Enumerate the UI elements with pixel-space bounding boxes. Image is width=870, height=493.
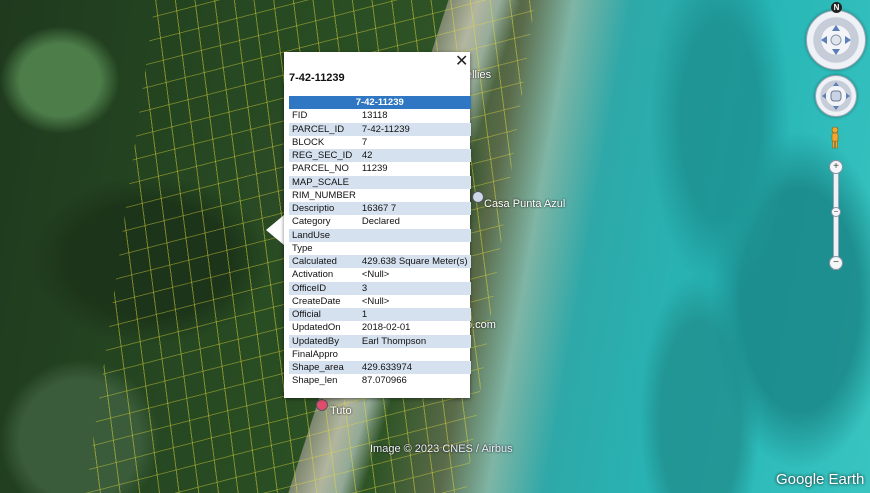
attribute-key: UpdatedOn bbox=[292, 322, 341, 334]
zoom-out-button[interactable]: − bbox=[829, 256, 843, 270]
attribute-key: PARCEL_NO bbox=[292, 163, 349, 175]
attribute-key: Calculated bbox=[289, 255, 359, 269]
attribute-value: <Null> bbox=[361, 295, 390, 307]
attribute-key: RIM_NUMBER bbox=[292, 189, 356, 201]
attribute-row: Descriptio 16367 7 bbox=[289, 202, 471, 216]
attribute-row: RIM_NUMBER bbox=[289, 189, 471, 202]
attribute-row: LandUse bbox=[289, 228, 471, 242]
zoom-slider-handle[interactable]: − bbox=[831, 207, 841, 217]
attribute-value bbox=[359, 189, 471, 202]
attribute-key: FID bbox=[292, 110, 308, 122]
attribute-value: 2018-02-01 bbox=[361, 322, 411, 334]
parcel-info-popup: ✕ 7-42-11239 7-42-11239 FID 13118 PARCEL_I… bbox=[284, 52, 471, 398]
attribute-value: 87.070966 bbox=[361, 375, 407, 387]
attribute-key: FinalAppro bbox=[292, 348, 338, 360]
attribute-row: UpdatedBy Earl Thompson bbox=[289, 334, 471, 348]
attribute-value bbox=[359, 348, 471, 361]
close-icon[interactable]: ✕ bbox=[455, 54, 468, 70]
hotel-pin-icon[interactable] bbox=[316, 399, 328, 411]
place-label-tuto[interactable]: Tuto bbox=[330, 405, 352, 417]
attribute-value: 429.633974 bbox=[358, 361, 471, 375]
attribute-value: Earl Thompson bbox=[358, 334, 471, 348]
pegman-street-view-icon[interactable] bbox=[829, 126, 841, 150]
attribute-value: 16367 7 bbox=[358, 202, 471, 216]
attribute-key: LandUse bbox=[289, 228, 359, 242]
attribute-value: 7-42-11239 bbox=[358, 122, 471, 136]
look-navigation-control[interactable]: N bbox=[806, 2, 866, 70]
attribute-value: 3 bbox=[358, 281, 471, 295]
attribute-value: 42 bbox=[358, 149, 471, 163]
attribute-row: Shape_len 87.070966 bbox=[289, 374, 471, 387]
attribute-row: FID 13118 bbox=[289, 109, 471, 122]
attribute-key: PARCEL_ID bbox=[289, 122, 359, 136]
attribute-row: PARCEL_NO 11239 bbox=[289, 162, 471, 175]
attribute-row: FinalAppro bbox=[289, 348, 471, 361]
attribute-row: CreateDate <Null> bbox=[289, 295, 471, 308]
imagery-attribution: Image © 2023 CNES / Airbus bbox=[370, 443, 513, 455]
attribute-row: BLOCK 7 bbox=[289, 136, 471, 149]
attribute-key: Descriptio bbox=[289, 202, 359, 216]
attribute-row: Type bbox=[289, 242, 471, 255]
attribute-value: 429.638 Square Meter(s) bbox=[358, 255, 471, 269]
attribute-key: CreateDate bbox=[292, 295, 341, 307]
popup-title: 7-42-11239 bbox=[289, 72, 345, 84]
attribute-value: 7 bbox=[361, 136, 368, 148]
attribute-row: Calculated 429.638 Square Meter(s) bbox=[289, 255, 471, 269]
attribute-row: Activation <Null> bbox=[289, 268, 471, 281]
attribute-row: OfficeID 3 bbox=[289, 281, 471, 295]
attribute-key: OfficeID bbox=[289, 281, 359, 295]
attribute-row: REG_SEC_ID 42 bbox=[289, 149, 471, 163]
attribute-key: REG_SEC_ID bbox=[289, 149, 359, 163]
place-label-casa-punta-azul[interactable]: Casa Punta Azul bbox=[484, 198, 565, 210]
attribute-row: Shape_area 429.633974 bbox=[289, 361, 471, 375]
zoom-in-button[interactable]: + bbox=[829, 160, 843, 174]
header-value: 7-42-11239 bbox=[289, 96, 471, 110]
attribute-value bbox=[358, 228, 471, 242]
attribute-value bbox=[358, 175, 471, 189]
attribute-key: Official bbox=[289, 308, 359, 322]
attribute-key: BLOCK bbox=[292, 136, 325, 148]
attribute-value: 11239 bbox=[361, 163, 388, 175]
attribute-value: Declared bbox=[361, 216, 400, 228]
place-pin-icon[interactable] bbox=[472, 191, 484, 203]
attribute-key: UpdatedBy bbox=[289, 334, 359, 348]
attribute-value: 13118 bbox=[361, 110, 388, 122]
attribute-table-header: 7-42-11239 bbox=[289, 96, 471, 110]
google-earth-logo: Google Earth bbox=[776, 471, 865, 488]
attribute-table: 7-42-11239 FID 13118 PARCEL_ID 7-42-11239 BL… bbox=[289, 96, 471, 388]
attribute-key: MAP_SCALE bbox=[289, 175, 359, 189]
attribute-row: Category Declared bbox=[289, 215, 471, 228]
attribute-key: Shape_area bbox=[289, 361, 359, 375]
attribute-key: Category bbox=[292, 216, 331, 228]
look-arrows-icon[interactable] bbox=[807, 11, 865, 69]
move-navigation-control[interactable] bbox=[815, 75, 857, 117]
hand-move-icon[interactable] bbox=[816, 76, 856, 116]
attribute-key: Shape_len bbox=[292, 375, 338, 387]
attribute-value: <Null> bbox=[361, 269, 390, 281]
attribute-value bbox=[359, 242, 471, 255]
popup-pointer bbox=[266, 215, 284, 245]
attribute-row: PARCEL_ID 7-42-11239 bbox=[289, 122, 471, 136]
attribute-row: MAP_SCALE bbox=[289, 175, 471, 189]
attribute-key: Activation bbox=[292, 269, 334, 281]
attribute-key: Type bbox=[292, 242, 313, 254]
attribute-value: 1 bbox=[358, 308, 471, 322]
attribute-row: UpdatedOn 2018-02-01 bbox=[289, 321, 471, 334]
attribute-row: Official 1 bbox=[289, 308, 471, 322]
